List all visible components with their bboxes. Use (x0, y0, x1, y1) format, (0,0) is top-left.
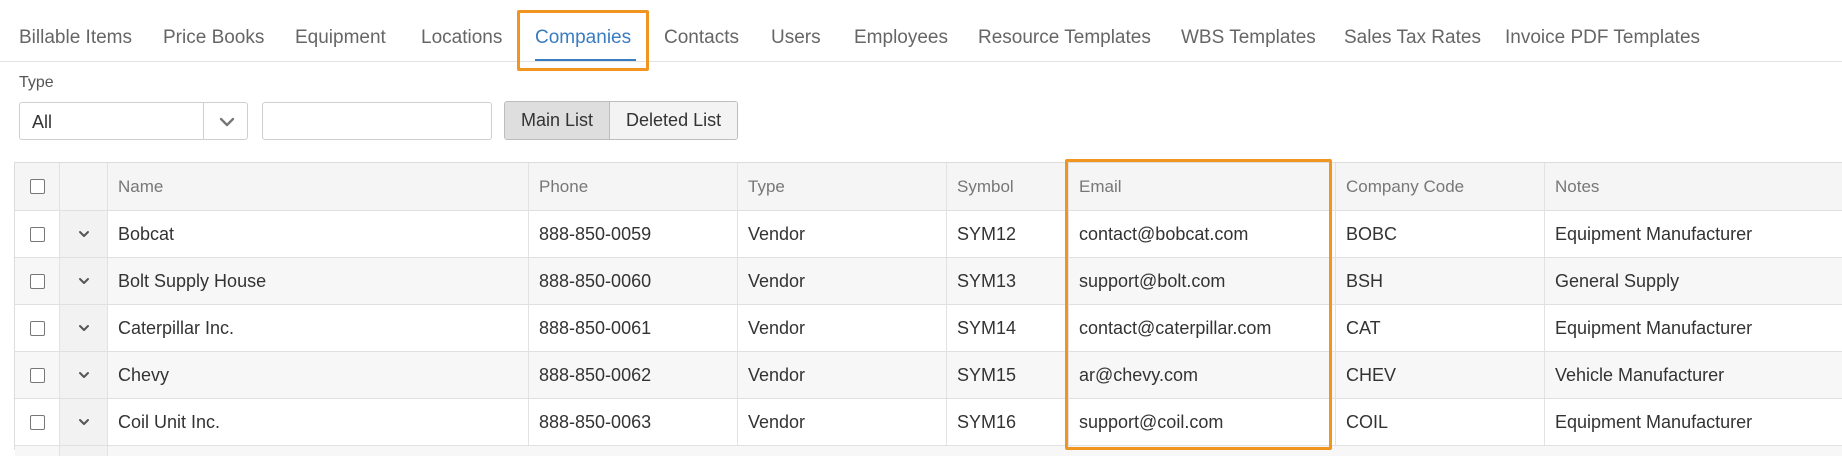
chevron-down-icon[interactable] (76, 367, 92, 383)
table-row[interactable]: Caterpillar Inc. 888-850-0061 Vendor SYM… (15, 305, 1842, 352)
cell-company-code: COIL (1336, 399, 1545, 445)
cell-email: support@bolt.com (1069, 258, 1336, 304)
cell-type: Vendor (738, 399, 947, 445)
row-checkbox[interactable] (29, 414, 45, 430)
row-expand-cell (60, 258, 108, 304)
table-row[interactable]: Bobcat 888-850-0059 Vendor SYM12 contact… (15, 211, 1842, 258)
tab-invoice-pdf-templates[interactable]: Invoice PDF Templates (1505, 27, 1700, 49)
cell-phone: 888-850-0060 (529, 258, 738, 304)
tab-contacts[interactable]: Contacts (664, 27, 739, 49)
row-expand-cell (60, 352, 108, 398)
table-row[interactable]: Bolt Supply House 888-850-0060 Vendor SY… (15, 258, 1842, 305)
row-select-cell (15, 305, 60, 351)
column-header-symbol[interactable]: Symbol (947, 163, 1069, 210)
cell-name: Chevy (108, 352, 529, 398)
cell-phone: 888-850-0059 (529, 211, 738, 257)
cell-type: Vendor (738, 211, 947, 257)
cell-email: contact@bobcat.com (1069, 211, 1336, 257)
row-expand-cell (60, 446, 108, 456)
select-all-cell (15, 163, 60, 210)
table-header-row: Name Phone Type Symbol Email Company Cod… (15, 163, 1842, 211)
row-expand-cell (60, 399, 108, 445)
tab-bar: Billable Items Price Books Equipment Loc… (0, 0, 1842, 62)
column-header-type[interactable]: Type (738, 163, 947, 210)
row-select-cell (15, 211, 60, 257)
expand-header-cell (60, 163, 108, 210)
cell-symbol: SYM15 (947, 352, 1069, 398)
cell-company-code: BOBC (1336, 211, 1545, 257)
main-list-button[interactable]: Main List (505, 102, 611, 139)
tab-price-books[interactable]: Price Books (163, 27, 264, 49)
cell-type: Vendor (738, 305, 947, 351)
row-checkbox[interactable] (29, 273, 45, 289)
cell-name: Bobcat (108, 211, 529, 257)
dropdown-divider (203, 103, 204, 139)
cell-symbol: SYM13 (947, 258, 1069, 304)
cell-email: support@coil.com (1069, 399, 1336, 445)
tab-sales-tax-rates[interactable]: Sales Tax Rates (1344, 27, 1481, 49)
companies-tab-highlight (517, 10, 649, 71)
chevron-down-icon[interactable] (76, 226, 92, 242)
tab-billable-items[interactable]: Billable Items (19, 27, 132, 49)
column-header-name[interactable]: Name (108, 163, 529, 210)
cell-company-code: CAT (1336, 305, 1545, 351)
type-filter-dropdown[interactable]: All (19, 102, 248, 140)
type-filter-value: All (32, 112, 53, 132)
companies-table: Name Phone Type Symbol Email Company Cod… (14, 162, 1842, 456)
chevron-down-icon[interactable] (76, 273, 92, 289)
tab-employees[interactable]: Employees (854, 27, 948, 49)
cell-name: Coil Unit Inc. (108, 399, 529, 445)
column-header-email[interactable]: Email (1069, 163, 1336, 210)
cell-notes: Equipment Manufacturer (1555, 223, 1753, 244)
cell-company-code: CHEV (1336, 352, 1545, 398)
tab-resource-templates[interactable]: Resource Templates (978, 27, 1151, 49)
table-row[interactable]: Chevy 888-850-0062 Vendor SYM15 ar@chevy… (15, 352, 1842, 399)
column-header-notes[interactable]: Notes (1545, 163, 1842, 210)
tab-users[interactable]: Users (771, 27, 821, 49)
cell-company-code: BSH (1336, 258, 1545, 304)
select-all-checkbox[interactable] (29, 179, 45, 194)
cell-type: Vendor (738, 258, 947, 304)
column-header-phone[interactable]: Phone (529, 163, 738, 210)
row-select-cell (15, 258, 60, 304)
chevron-down-icon[interactable] (216, 111, 238, 133)
cell-name: Caterpillar Inc. (108, 305, 529, 351)
table-row[interactable] (15, 446, 1842, 456)
row-expand-cell (60, 305, 108, 351)
row-select-cell (15, 352, 60, 398)
type-filter-label: Type (19, 74, 54, 91)
cell-symbol: SYM12 (947, 211, 1069, 257)
cell-phone: 888-850-0062 (529, 352, 738, 398)
deleted-list-button[interactable]: Deleted List (610, 102, 738, 139)
cell-notes: Equipment Manufacturer (1555, 411, 1753, 432)
tab-wbs-templates[interactable]: WBS Templates (1181, 27, 1316, 49)
column-header-company-code[interactable]: Company Code (1336, 163, 1545, 210)
cell-email: ar@chevy.com (1069, 352, 1336, 398)
tab-locations[interactable]: Locations (421, 27, 502, 49)
row-checkbox[interactable] (29, 320, 45, 336)
row-select-cell (15, 446, 60, 456)
cell-phone: 888-850-0061 (529, 305, 738, 351)
row-select-cell (15, 399, 60, 445)
cell-email: contact@caterpillar.com (1069, 305, 1336, 351)
cell-symbol: SYM16 (947, 399, 1069, 445)
cell-type: Vendor (738, 352, 947, 398)
cell-symbol: SYM14 (947, 305, 1069, 351)
cell-notes: Vehicle Manufacturer (1555, 364, 1725, 385)
row-expand-cell (60, 211, 108, 257)
list-toggle-group: Main List Deleted List (504, 101, 739, 140)
search-input[interactable] (262, 102, 492, 140)
tab-equipment[interactable]: Equipment (295, 27, 386, 49)
chevron-down-icon[interactable] (76, 414, 92, 430)
cell-notes: Equipment Manufacturer (1555, 317, 1753, 338)
cell-phone: 888-850-0063 (529, 399, 738, 445)
chevron-down-icon[interactable] (76, 320, 92, 336)
cell-notes: General Supply (1555, 270, 1680, 291)
cell-name: Bolt Supply House (108, 258, 529, 304)
row-checkbox[interactable] (29, 367, 45, 383)
table-row[interactable]: Coil Unit Inc. 888-850-0063 Vendor SYM16… (15, 399, 1842, 446)
row-checkbox[interactable] (29, 226, 45, 242)
